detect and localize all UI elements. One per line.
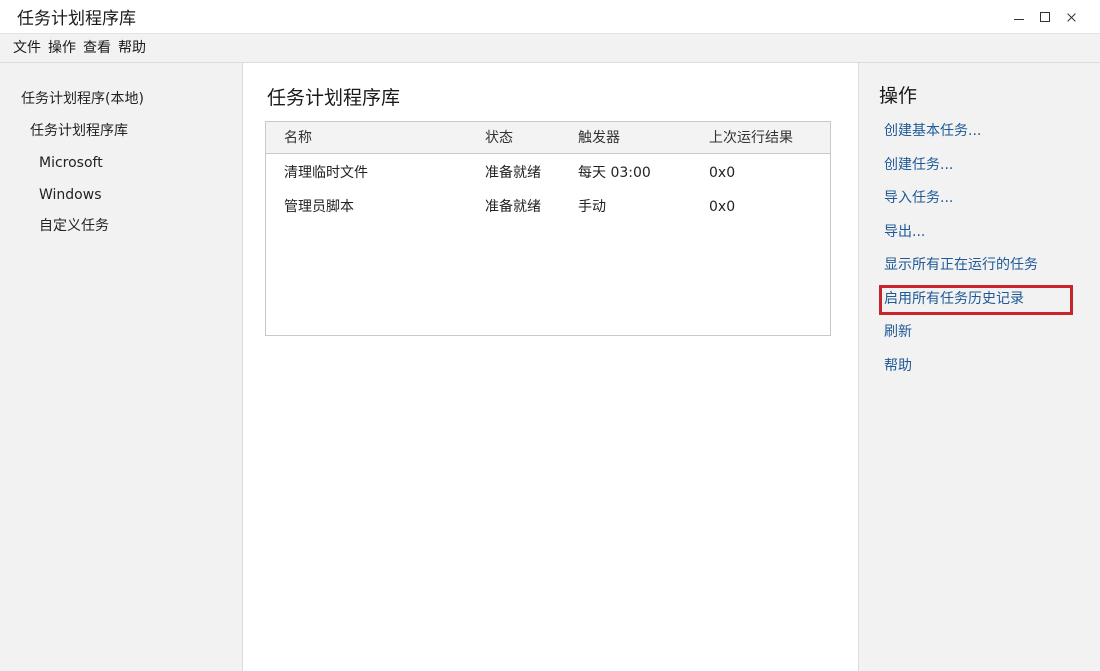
table-row[interactable]: 清理临时文件 准备就绪 每天 03:00 0x0 <box>266 163 830 197</box>
minimize-button[interactable] <box>1012 8 1026 26</box>
column-header-last-run-result[interactable]: 上次运行结果 <box>709 128 793 148</box>
minimize-icon <box>1014 18 1024 20</box>
task-status-cell: 准备就绪 <box>485 165 541 181</box>
menu-action[interactable]: 操作 <box>48 38 76 58</box>
tree-item-scheduler-local[interactable]: 任务计划程序(本地) <box>21 89 144 109</box>
tree-item-custom-tasks[interactable]: 自定义任务 <box>39 216 109 236</box>
menu-bar: 文件 操作 查看 帮助 <box>0 34 1100 63</box>
navigation-tree: 任务计划程序(本地) 任务计划程序库 Microsoft Windows 自定义… <box>0 63 243 671</box>
menu-help[interactable]: 帮助 <box>118 38 146 58</box>
task-scheduler-window: 任务计划程序库 文件 操作 查看 帮助 任务计划程序(本地) 任务计划程序库 M… <box>0 0 1100 671</box>
actions-pane: 操作 创建基本任务... 创建任务... 导入任务... 导出... 显示所有正… <box>858 63 1100 671</box>
task-result-cell: 0x0 <box>709 165 736 181</box>
action-show-running-tasks[interactable]: 显示所有正在运行的任务 <box>884 255 1038 275</box>
actions-title: 操作 <box>879 85 918 107</box>
tree-item-microsoft[interactable]: Microsoft <box>39 153 103 173</box>
close-icon <box>1067 13 1076 22</box>
task-status-cell: 准备就绪 <box>485 199 541 215</box>
page-title: 任务计划程序库 <box>267 87 401 109</box>
highlight-box <box>879 285 1073 315</box>
title-bar: 任务计划程序库 <box>0 0 1100 34</box>
table-header: 名称 状态 触发器 上次运行结果 <box>266 122 830 154</box>
maximize-button[interactable] <box>1038 8 1052 26</box>
action-help[interactable]: 帮助 <box>884 356 912 376</box>
maximize-icon <box>1040 12 1050 22</box>
table-row[interactable]: 管理员脚本 准备就绪 手动 0x0 <box>266 197 830 231</box>
action-create-task[interactable]: 创建任务... <box>884 155 953 175</box>
action-create-basic-task[interactable]: 创建基本任务... <box>884 121 981 141</box>
tree-item-windows[interactable]: Windows <box>39 185 102 205</box>
task-library-pane: 任务计划程序库 名称 状态 触发器 上次运行结果 清理临时文件 准备就绪 每天 … <box>243 63 858 671</box>
task-trigger-cell: 手动 <box>578 199 606 215</box>
window-title: 任务计划程序库 <box>17 9 136 29</box>
action-refresh[interactable]: 刷新 <box>884 322 912 342</box>
tree-item-library[interactable]: 任务计划程序库 <box>30 121 128 141</box>
column-header-trigger[interactable]: 触发器 <box>578 128 620 148</box>
column-header-status[interactable]: 状态 <box>485 128 513 148</box>
menu-view[interactable]: 查看 <box>83 38 111 58</box>
action-import-task[interactable]: 导入任务... <box>884 188 953 208</box>
action-export[interactable]: 导出... <box>884 222 925 242</box>
task-name-cell: 管理员脚本 <box>284 199 354 215</box>
close-button[interactable] <box>1064 8 1078 26</box>
task-result-cell: 0x0 <box>709 199 736 215</box>
column-header-name[interactable]: 名称 <box>284 128 312 148</box>
task-table: 名称 状态 触发器 上次运行结果 清理临时文件 准备就绪 每天 03:00 0x… <box>265 121 831 336</box>
menu-file[interactable]: 文件 <box>13 38 41 58</box>
task-trigger-cell: 每天 03:00 <box>578 165 651 181</box>
task-name-cell: 清理临时文件 <box>284 165 368 181</box>
window-controls <box>1012 8 1078 26</box>
